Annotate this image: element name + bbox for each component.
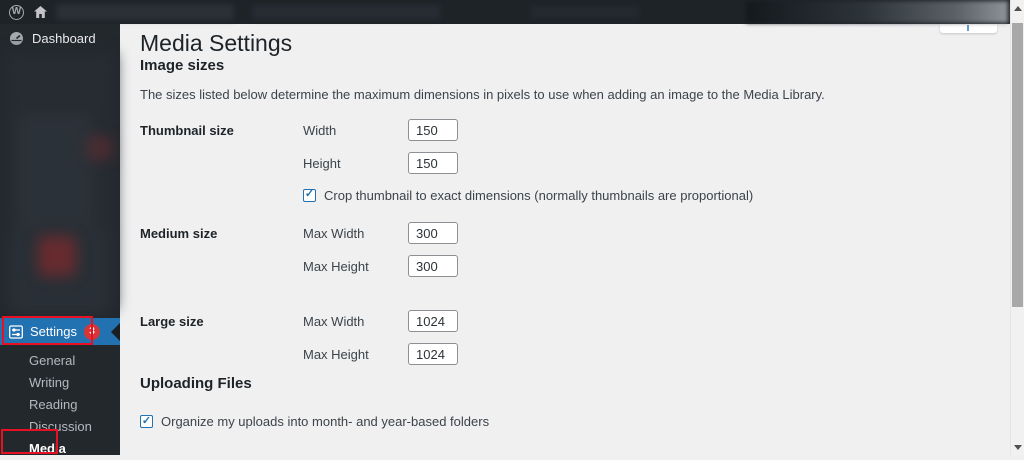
medium-size-label: Medium size xyxy=(140,226,218,241)
dashboard-gauge-icon xyxy=(10,32,23,45)
current-menu-arrow xyxy=(111,322,120,341)
thumbnail-height-input[interactable] xyxy=(408,152,458,174)
submenu-item-general[interactable]: General xyxy=(0,350,120,372)
settings-submenu: General Writing Reading Discussion Media xyxy=(0,350,120,460)
home-icon[interactable] xyxy=(33,5,48,19)
large-max-width-input[interactable] xyxy=(408,310,458,332)
thumbnail-size-row: Thumbnail size Width Height ✓ Crop thumb… xyxy=(140,119,1010,205)
thumbnail-width-label: Width xyxy=(303,122,337,138)
redacted-site-title xyxy=(56,4,234,20)
large-size-label: Large size xyxy=(140,314,204,329)
admin-bar: W xyxy=(0,0,1010,24)
wordpress-logo-icon[interactable]: W xyxy=(9,4,24,20)
help-tab-glyph xyxy=(967,25,969,31)
medium-max-width-input[interactable] xyxy=(408,222,458,244)
uploading-files-heading: Uploading Files xyxy=(140,375,252,392)
scrollbar-thumb[interactable] xyxy=(1012,23,1023,307)
submenu-item-discussion[interactable]: Discussion xyxy=(0,416,120,438)
organize-uploads-checkbox[interactable]: ✓ xyxy=(140,415,153,428)
help-tab[interactable] xyxy=(940,24,997,33)
checkmark-icon: ✓ xyxy=(141,414,152,427)
page-title: Media Settings xyxy=(140,30,293,56)
thumbnail-size-label: Thumbnail size xyxy=(140,123,234,138)
scroll-down-arrow-icon[interactable] xyxy=(1014,445,1022,450)
settings-sliders-icon xyxy=(9,324,23,339)
redacted-toolbar-items xyxy=(530,6,640,18)
thumbnail-width-input[interactable] xyxy=(408,119,458,141)
medium-size-row: Medium size Max Width Max Height xyxy=(140,222,1010,288)
redacted-update-badge xyxy=(88,136,112,160)
thumbnail-height-label: Height xyxy=(303,155,341,171)
settings-label: Settings xyxy=(30,324,77,339)
crop-thumbnail-checkbox[interactable]: ✓ xyxy=(303,188,316,202)
dashboard-label: Dashboard xyxy=(32,31,96,46)
sidebar-item-dashboard[interactable]: Dashboard xyxy=(0,24,120,53)
redacted-update-badge xyxy=(38,236,76,276)
media-settings-page: Media Settings Image sizes The sizes lis… xyxy=(120,24,1010,455)
admin-sidebar: Dashboard Settings 3 General Writing Rea… xyxy=(0,24,120,456)
image-sizes-heading: Image sizes xyxy=(140,57,225,74)
redacted-account-menu xyxy=(746,1,1008,23)
submenu-item-writing[interactable]: Writing xyxy=(0,372,120,394)
organize-uploads-label: Organize my uploads into month- and year… xyxy=(161,414,490,429)
settings-update-badge: 3 xyxy=(83,323,100,340)
large-max-height-input[interactable] xyxy=(408,343,458,365)
checkmark-icon: ✓ xyxy=(304,188,315,200)
scroll-up-arrow-icon[interactable] xyxy=(1014,6,1022,11)
medium-max-width-label: Max Width xyxy=(303,225,365,241)
large-size-row: Large size Max Width Max Height xyxy=(140,310,1010,376)
crop-thumbnail-label: Crop thumbnail to exact dimensions (norm… xyxy=(324,187,754,203)
image-sizes-description: The sizes listed below determine the max… xyxy=(140,87,825,102)
large-max-height-label: Max Height xyxy=(303,346,369,362)
vertical-scrollbar[interactable] xyxy=(1010,0,1024,455)
large-max-width-label: Max Width xyxy=(303,313,365,329)
submenu-item-media[interactable]: Media xyxy=(0,438,120,460)
redacted-menu-items xyxy=(18,114,93,234)
sidebar-item-settings[interactable]: Settings 3 xyxy=(0,318,120,345)
medium-max-height-label: Max Height xyxy=(303,258,369,274)
organize-uploads-row: ✓ Organize my uploads into month- and ye… xyxy=(140,414,1010,429)
submenu-item-reading[interactable]: Reading xyxy=(0,394,120,416)
medium-max-height-input[interactable] xyxy=(408,255,458,277)
redacted-toolbar-items xyxy=(252,5,440,19)
